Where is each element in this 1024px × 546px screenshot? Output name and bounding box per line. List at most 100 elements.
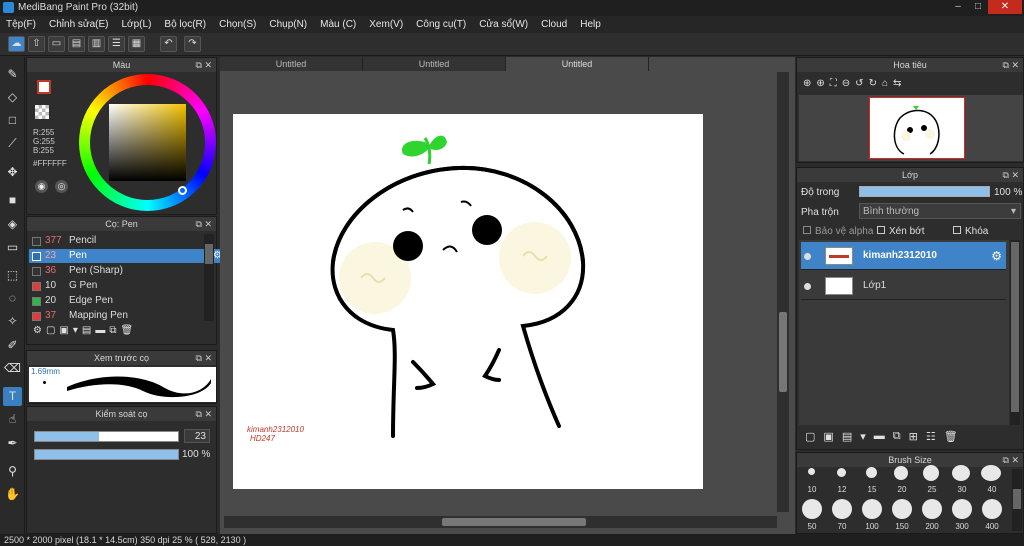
- panel-controls-icon[interactable]: ⧉ ✕: [1003, 58, 1019, 72]
- document-tab[interactable]: Untitled: [363, 57, 506, 71]
- brush-size-preset[interactable]: [802, 499, 822, 519]
- protect-alpha-checkbox[interactable]: Bảo vệ alpha: [803, 226, 873, 237]
- fit-window-icon[interactable]: ⛶: [830, 78, 837, 89]
- magic-wand-icon[interactable]: ✧: [3, 312, 22, 331]
- brush-size-preset[interactable]: [808, 468, 815, 475]
- menu-window[interactable]: Cửa sổ(W): [479, 19, 528, 30]
- menu-cloud[interactable]: Cloud: [541, 19, 567, 30]
- brush-add-icon[interactable]: ▣: [59, 325, 68, 343]
- brush-size-value[interactable]: 23: [184, 429, 210, 443]
- brush-size-preset[interactable]: [837, 468, 846, 477]
- zoom-fit-icon[interactable]: ⊕: [803, 78, 811, 89]
- panel-controls-icon[interactable]: ⧉ ✕: [1003, 168, 1019, 182]
- brush-size-preset[interactable]: [866, 467, 877, 478]
- panel-controls-icon[interactable]: ⧉ ✕: [196, 58, 212, 72]
- gear-icon[interactable]: ⚙: [991, 242, 1002, 270]
- brush-size-preset[interactable]: [894, 466, 908, 480]
- brush-size-preset[interactable]: [982, 499, 1002, 519]
- brush-item[interactable]: 36 Pen (Sharp): [29, 264, 225, 278]
- minimize-button[interactable]: –: [948, 0, 968, 14]
- move-tool-icon[interactable]: ✥: [3, 163, 22, 182]
- brush-size-scrollbar[interactable]: [1012, 469, 1022, 531]
- layer-list-scrollbar[interactable]: [1010, 240, 1020, 425]
- new-layer-icon[interactable]: ▢: [805, 430, 815, 443]
- brush-size-preset[interactable]: [892, 499, 912, 519]
- chat-icon[interactable]: ▭: [48, 36, 65, 52]
- layer-row-selected[interactable]: kimanh2312010 ⚙: [801, 242, 1006, 270]
- menu-edit[interactable]: Chỉnh sửa(E): [49, 19, 109, 30]
- drawing-canvas[interactable]: kimanh2312010 HD247: [233, 114, 703, 489]
- brush-item[interactable]: 37 Mapping Pen: [29, 309, 225, 321]
- redo-icon[interactable]: ↷: [184, 36, 201, 52]
- brush-size-preset[interactable]: [923, 465, 939, 481]
- panel-controls-icon[interactable]: ⧉ ✕: [1003, 453, 1019, 467]
- layer-settings-icon[interactable]: ☷: [926, 430, 936, 443]
- reset-view-icon[interactable]: ⌂: [882, 78, 888, 89]
- text-tool-icon[interactable]: T: [3, 387, 22, 406]
- menu-select[interactable]: Chọn(S): [219, 19, 256, 30]
- blend-mode-select[interactable]: Bình thường ▾: [859, 203, 1021, 219]
- rotate-left-icon[interactable]: ↺: [855, 78, 863, 89]
- layer-row[interactable]: Lớp1: [801, 272, 1006, 300]
- panel-controls-icon[interactable]: ⧉ ✕: [196, 217, 212, 231]
- brush-size-preset[interactable]: [862, 499, 882, 519]
- duplicate-layer-icon[interactable]: ⧉: [893, 430, 901, 443]
- hue-handle[interactable]: [178, 186, 187, 195]
- eyedropper-icon[interactable]: ✒: [3, 434, 22, 453]
- new-halftone-layer-icon[interactable]: ▣: [823, 430, 833, 443]
- operation-tool-icon[interactable]: ☝: [3, 410, 22, 429]
- brush-settings-icon[interactable]: ⚙: [33, 325, 42, 343]
- palette-icon[interactable]: ◉: [35, 180, 48, 193]
- menu-tools[interactable]: Công cụ(T): [416, 19, 466, 30]
- lock-checkbox[interactable]: Khóa: [953, 226, 988, 237]
- menu-view[interactable]: Xem(V): [369, 19, 403, 30]
- brush-size-preset[interactable]: [952, 499, 972, 519]
- grid-icon[interactable]: ▦: [128, 36, 145, 52]
- brush-item[interactable]: 377 Pencil: [29, 234, 225, 248]
- menu-color[interactable]: Màu (C): [320, 19, 356, 30]
- brush-size-preset[interactable]: [832, 499, 852, 519]
- menu-help[interactable]: Help: [580, 19, 601, 30]
- brush-item[interactable]: 10 G Pen: [29, 279, 225, 293]
- panel-controls-icon[interactable]: ⧉ ✕: [196, 407, 212, 421]
- visibility-icon[interactable]: [804, 253, 811, 260]
- menu-capture[interactable]: Chụp(N): [269, 19, 307, 30]
- brush-size-preset[interactable]: [981, 465, 1001, 481]
- document-tab-active[interactable]: Untitled: [506, 57, 649, 71]
- hand-tool-icon[interactable]: ✋: [3, 485, 22, 504]
- trash-icon[interactable]: 🗑: [944, 430, 958, 443]
- close-button[interactable]: ✕: [988, 0, 1022, 14]
- clipping-checkbox[interactable]: Xén bớt: [877, 226, 924, 237]
- duplicate-icon[interactable]: ⧉: [109, 325, 116, 343]
- dropper-icon[interactable]: ⚲: [3, 462, 22, 481]
- palette-settings-icon[interactable]: ◎: [55, 180, 68, 193]
- cloud-icon[interactable]: ☁: [8, 36, 25, 52]
- rotate-right-icon[interactable]: ↻: [869, 78, 877, 89]
- brush-size-preset[interactable]: [952, 465, 970, 481]
- undo-icon[interactable]: ↶: [160, 36, 177, 52]
- select-eraser-icon[interactable]: ⌫: [3, 359, 22, 378]
- primary-color-swatch[interactable]: [37, 80, 51, 94]
- select-pen-icon[interactable]: ✐: [3, 336, 22, 355]
- brush-tool-icon[interactable]: ✎: [3, 65, 22, 84]
- document-tab[interactable]: Untitled: [220, 57, 363, 71]
- page-icon[interactable]: ▥: [88, 36, 105, 52]
- brush-opacity-slider[interactable]: [34, 449, 179, 460]
- rectangle-tool-icon[interactable]: □: [3, 111, 22, 130]
- transparent-swatch[interactable]: [35, 105, 49, 119]
- maximize-button[interactable]: □: [968, 0, 988, 14]
- fill-rect-tool-icon[interactable]: ■: [3, 191, 22, 210]
- brush-size-preset[interactable]: [922, 499, 942, 519]
- folder-icon[interactable]: ▬: [95, 325, 105, 343]
- horizontal-scrollbar[interactable]: [224, 516, 777, 528]
- visibility-icon[interactable]: [804, 283, 811, 290]
- panel-controls-icon[interactable]: ⧉ ✕: [196, 351, 212, 365]
- saturation-value-square[interactable]: [109, 104, 186, 181]
- lasso-icon[interactable]: ◌: [3, 289, 22, 308]
- zoom-out-icon[interactable]: ⊖: [842, 78, 850, 89]
- bucket-tool-icon[interactable]: ◈: [3, 215, 22, 234]
- add-layer-dropdown-icon[interactable]: ▾: [860, 430, 866, 443]
- line-tool-icon[interactable]: ⟋: [3, 134, 22, 153]
- new-8bit-layer-icon[interactable]: ▤: [842, 430, 852, 443]
- new-brush-icon[interactable]: ▢: [46, 325, 55, 343]
